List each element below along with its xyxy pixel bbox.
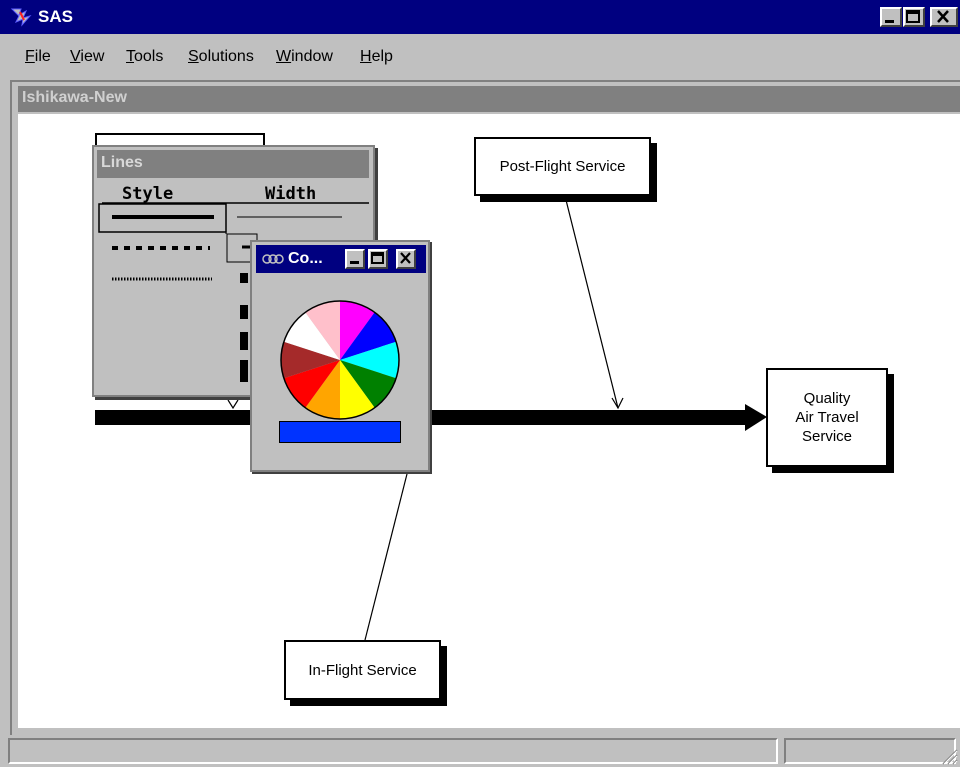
in-flight-bone[interactable] (364, 469, 409, 641)
effect-label-line-2: Air Travel (795, 409, 859, 426)
hidden-bone-arrowhead (227, 399, 239, 410)
color-minimize-button[interactable] (345, 249, 365, 269)
color-palette-titlebar[interactable]: Co... (256, 245, 426, 273)
maximize-icon (371, 252, 384, 264)
post-flight-label: Post-Flight Service (499, 158, 626, 175)
effect-label-line-1: Quality (803, 390, 851, 407)
in-flight-box[interactable]: In-Flight Service (284, 640, 441, 700)
color-maximize-button[interactable] (368, 249, 388, 269)
status-bar (0, 735, 960, 767)
selected-color-swatch[interactable] (279, 421, 401, 443)
status-panel-main (8, 738, 778, 764)
effect-box[interactable]: Quality Air Travel Service (766, 368, 888, 467)
minimize-icon (350, 261, 359, 264)
post-flight-arrowhead (611, 397, 624, 410)
resize-grip-icon[interactable] (940, 747, 958, 765)
effect-label-line-3: Service (801, 428, 853, 445)
spine-arrowhead (745, 404, 767, 431)
status-panel-secondary (784, 738, 956, 764)
close-icon (400, 252, 411, 264)
post-flight-box[interactable]: Post-Flight Service (474, 137, 651, 196)
color-palette-icon (262, 254, 284, 264)
color-close-button[interactable] (396, 249, 416, 269)
in-flight-label: In-Flight Service (308, 661, 417, 679)
post-flight-bone[interactable] (565, 199, 619, 409)
color-palette-title: Co... (288, 250, 323, 267)
color-wheel[interactable] (276, 298, 404, 422)
